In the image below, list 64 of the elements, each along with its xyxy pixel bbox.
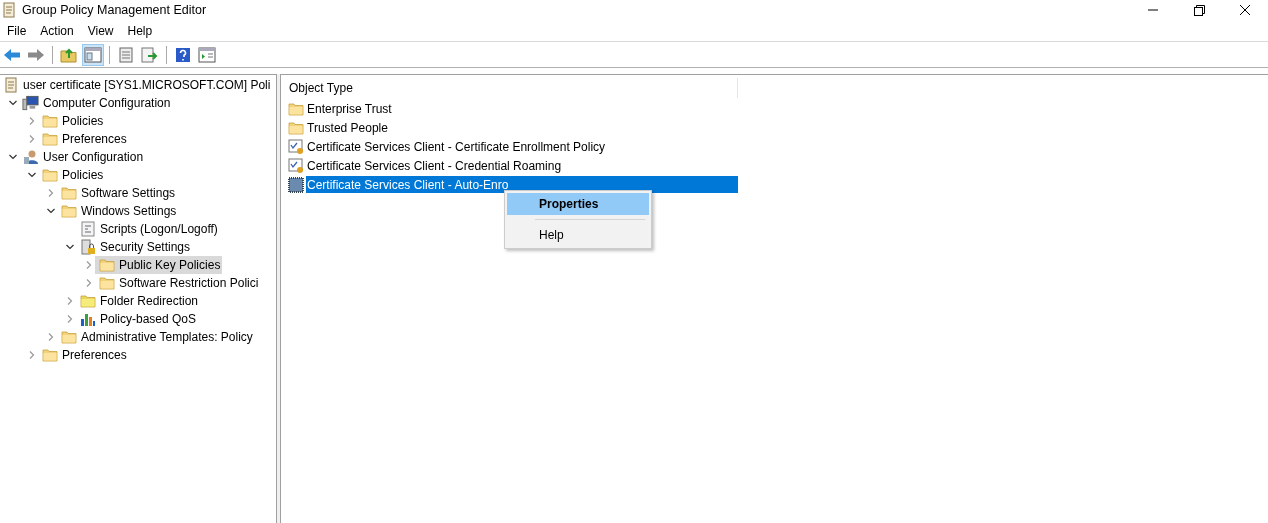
certificate-icon [288, 157, 304, 174]
column-header[interactable]: Object Type [289, 79, 353, 97]
help-icon [175, 46, 191, 63]
folder-icon [41, 168, 58, 182]
list-item[interactable]: Certificate Services Client - Auto-Enro [306, 176, 738, 193]
export-list-icon [141, 46, 159, 63]
folder-icon [288, 101, 304, 116]
list-item[interactable]: Certificate Services Client - Certificate Enrollment Policy [306, 138, 738, 155]
document-list-icon [118, 46, 134, 63]
tree-item[interactable]: Policies [62, 166, 104, 184]
chevron-down-icon[interactable] [7, 98, 18, 108]
tree-item[interactable]: Administrative Templates: Policy [81, 328, 253, 346]
context-menu-item[interactable]: Properties [507, 193, 649, 215]
list-item[interactable]: Enterprise Trust [306, 100, 738, 117]
tree-item[interactable]: Policy-based QoS [100, 310, 197, 328]
tree-item[interactable]: User Configuration [43, 148, 144, 166]
user-icon [22, 149, 39, 165]
back-arrow-icon [3, 47, 21, 62]
list-item[interactable]: Certificate Services Client - Credential Roaming [306, 157, 738, 174]
tree-pane-icon [84, 46, 102, 63]
folder-icon [79, 294, 96, 308]
tree-item[interactable]: Software Restriction Polici [119, 274, 259, 292]
forward-arrow-icon [27, 47, 45, 62]
tree-item[interactable]: Folder Redirection [100, 292, 199, 310]
folder-icon [60, 204, 77, 218]
folder-icon [98, 258, 115, 272]
tree-item[interactable]: user certificate [SYS1.MICROSOFT.COM] Poli [23, 76, 271, 94]
menu-item[interactable]: Action [33, 21, 81, 40]
scroll-icon [2, 2, 16, 18]
folder-icon [98, 276, 115, 290]
menu-item[interactable]: Help [120, 21, 160, 40]
tree-item[interactable]: Computer Configuration [43, 94, 171, 112]
context-menu-item[interactable]: Help [507, 224, 649, 246]
certificate-icon [288, 138, 304, 155]
tree-item[interactable]: Preferences [62, 130, 127, 148]
menu-item[interactable]: File [0, 21, 34, 40]
chevron-down-icon[interactable] [7, 152, 18, 162]
tree-item[interactable]: Windows Settings [81, 202, 177, 220]
tree-item[interactable]: Software Settings [81, 184, 176, 202]
chevron-down-icon[interactable] [26, 170, 37, 180]
folder-icon [60, 186, 77, 200]
folder-icon [41, 114, 58, 128]
tree-item[interactable]: Preferences [62, 346, 127, 364]
folder-icon [41, 132, 58, 146]
folder-up-icon [60, 46, 78, 63]
folder-icon [60, 330, 77, 344]
chevron-down-icon[interactable] [45, 206, 56, 216]
tree-item[interactable]: Security Settings [100, 238, 191, 256]
toolbar-button[interactable] [82, 43, 104, 66]
computer-icon [22, 95, 39, 111]
checkered-icon [288, 176, 304, 193]
folder-icon [288, 120, 304, 135]
bar-chart-icon [79, 311, 96, 327]
window-title: Group Policy Management Editor [22, 1, 207, 19]
folder-icon [41, 348, 58, 362]
scroll-icon [4, 77, 18, 93]
action-pane-icon [198, 46, 216, 63]
script-icon [80, 221, 95, 237]
chevron-down-icon[interactable] [64, 242, 75, 252]
menu-item[interactable]: View [80, 21, 121, 40]
tree-item[interactable]: Scripts (Logon/Logoff) [100, 220, 218, 238]
list-item[interactable]: Trusted People [306, 119, 738, 136]
security-icon [79, 239, 96, 255]
tree-item[interactable]: Policies [62, 112, 104, 130]
